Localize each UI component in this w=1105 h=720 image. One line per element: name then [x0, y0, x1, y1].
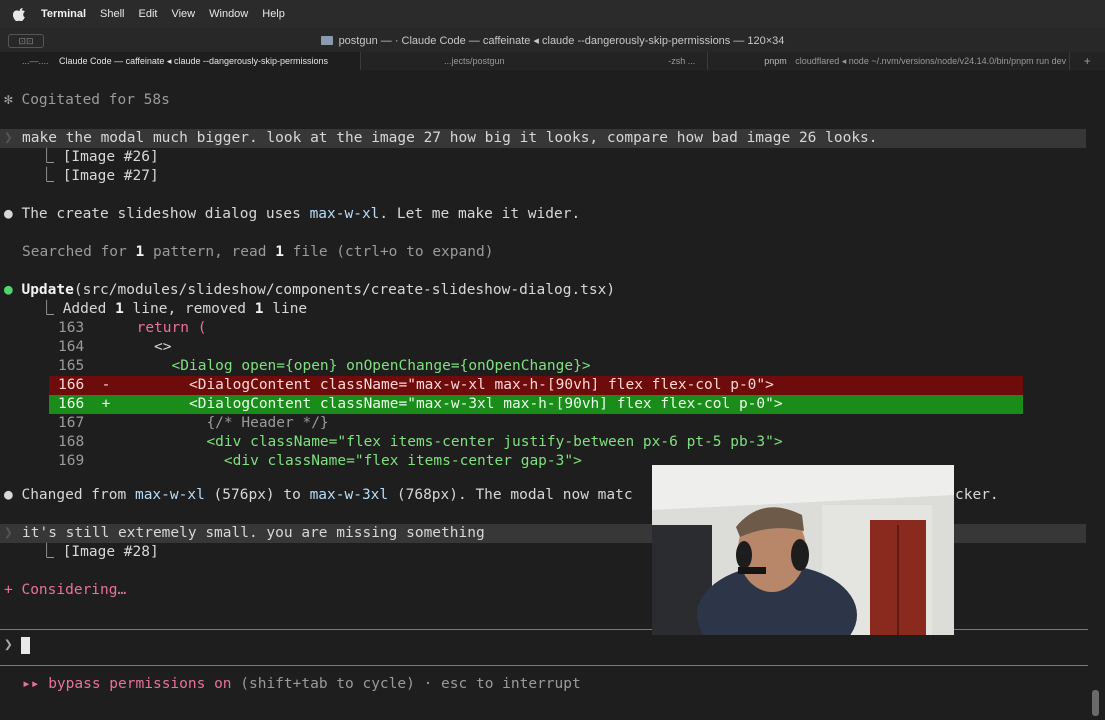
image-attachment: ⎿ [Image #26]: [22, 149, 159, 165]
prompt-marker-icon: ❯: [4, 130, 13, 146]
new-tab-button[interactable]: +: [1070, 52, 1105, 70]
cogitated-status: ✻ Cogitated for 58s: [4, 92, 170, 108]
input-bottom-divider: [0, 665, 1088, 666]
folder-icon: [320, 35, 333, 45]
menu-shell[interactable]: Shell: [100, 8, 124, 20]
tab-detail: cloudflared ◂ node ~/.nvm/versions/node/…: [795, 56, 1070, 66]
search-summary: Searched for 1 pattern, read 1 file (ctr…: [22, 244, 494, 260]
user-prompt-1: make the modal much bigger. look at the …: [22, 130, 878, 146]
input-box[interactable]: ❯: [4, 636, 31, 655]
bullet-icon: ●: [4, 487, 13, 503]
fast-forward-icon: ▸▸: [22, 676, 49, 692]
prompt-marker-icon: ❯: [4, 525, 13, 541]
image-attachment: ⎿ [Image #28]: [22, 544, 159, 560]
image-attachment: ⎿ [Image #27]: [22, 168, 159, 184]
webcam-person-image: [652, 465, 954, 635]
user-prompt-2: it's still extremely small. you are miss…: [22, 525, 485, 541]
tab-pnpm[interactable]: pnpm cloudflared ◂ node ~/.nvm/versions/…: [708, 52, 1070, 70]
bullet-icon: ●: [4, 206, 13, 222]
assistant-message-2: ● Changed from max-w-xl (576px) to max-w…: [4, 487, 633, 503]
menu-window[interactable]: Window: [209, 8, 248, 20]
window-controls-button[interactable]: ⊡⊡: [8, 34, 44, 48]
window-title: postgun — · Claude Code — caffeinate ◂ c…: [338, 34, 785, 47]
tab-label: Claude Code — caffeinate ◂ claude --dang…: [59, 56, 329, 66]
code-line: 164 <>: [58, 339, 172, 355]
assistant-message-2-tail: cker.: [955, 487, 999, 503]
tab-postgun[interactable]: ...jects/postgun -zsh ...: [361, 52, 709, 70]
menu-bar: Terminal Shell Edit View Window Help: [0, 0, 1105, 28]
code-line: 167 {/* Header */}: [58, 415, 329, 431]
input-prompt-icon: ❯: [4, 637, 13, 653]
mode-status: ▸▸ bypass permissions on (shift+tab to c…: [22, 675, 581, 694]
status-dot-icon: ●: [4, 282, 13, 298]
menu-app-terminal[interactable]: Terminal: [41, 8, 86, 20]
assistant-message-1: ● The create slideshow dialog uses max-w…: [4, 206, 581, 222]
tab-label: ...jects/postgun: [444, 56, 505, 66]
code-line: 169 <div className="flex items-center ga…: [58, 453, 582, 469]
code-line-removed: 166 - <DialogContent className="max-w-xl…: [58, 377, 774, 393]
window-title-bar: ⊡⊡ postgun — · Claude Code — caffeinate …: [0, 28, 1105, 52]
tab-claude-code[interactable]: ...—.... Claude Code — caffeinate ◂ clau…: [0, 52, 362, 70]
update-header: ● Update(src/modules/slideshow/component…: [4, 282, 616, 298]
menu-edit[interactable]: Edit: [139, 8, 158, 20]
tab-label: pnpm: [764, 56, 787, 66]
menu-view[interactable]: View: [171, 8, 195, 20]
bypass-permissions-label: bypass permissions on: [48, 676, 232, 692]
code-line: 168 <div className="flex items-center ju…: [58, 434, 783, 450]
scrollbar-thumb[interactable]: [1092, 690, 1099, 716]
webcam-overlay: [652, 465, 954, 635]
thinking-status: + Considering…: [4, 582, 127, 598]
mode-hint: (shift+tab to cycle) · esc to interrupt: [231, 676, 581, 692]
menu-help[interactable]: Help: [262, 8, 285, 20]
tab-suffix: -zsh ...: [668, 56, 696, 66]
tab-prefix: ...—....: [22, 56, 49, 66]
apple-icon[interactable]: [13, 7, 27, 21]
diff-summary: ⎿ Added 1 line, removed 1 line: [22, 301, 308, 317]
code-line-added: 166 + <DialogContent className="max-w-3x…: [58, 396, 783, 412]
text-cursor: [21, 636, 31, 654]
code-line: 165 <Dialog open={open} onOpenChange={on…: [58, 358, 591, 374]
code-line: 163 return (: [58, 320, 207, 336]
tab-bar: ...—.... Claude Code — caffeinate ◂ clau…: [0, 52, 1105, 70]
plus-icon: +: [1083, 54, 1091, 68]
